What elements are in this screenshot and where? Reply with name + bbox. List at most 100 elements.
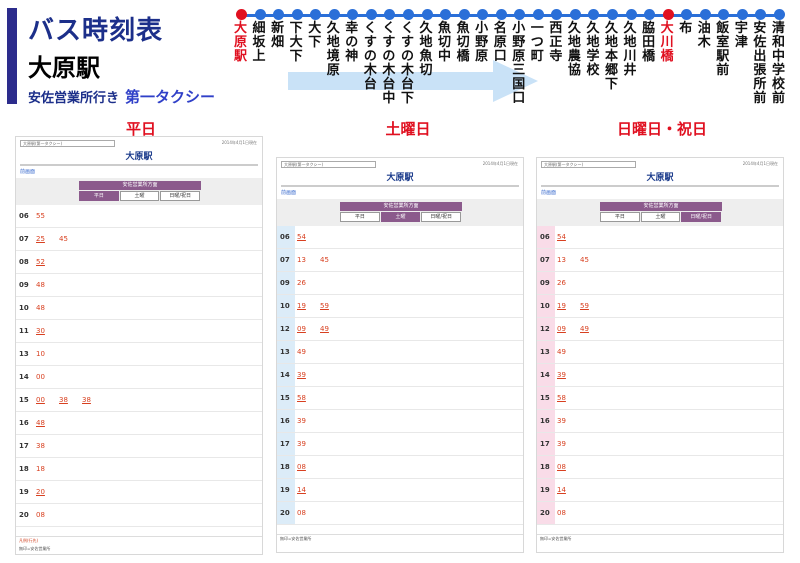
tab-weekday[interactable]: 平日 bbox=[600, 212, 640, 222]
departure-minute[interactable]: 08 bbox=[297, 462, 306, 473]
departure-minute[interactable]: 38 bbox=[59, 395, 68, 406]
departure-minute[interactable]: 19 bbox=[557, 301, 566, 312]
hour-label: 20 bbox=[540, 509, 550, 517]
hour-label: 15 bbox=[19, 396, 29, 404]
tab-saturday[interactable]: 土曜 bbox=[119, 191, 160, 201]
departure-minute[interactable]: 38 bbox=[82, 395, 91, 406]
stop-name: 小野原 bbox=[475, 21, 489, 64]
station-select[interactable]: 大原駅(第一タクシー) bbox=[541, 161, 636, 168]
stop-dot bbox=[681, 9, 693, 20]
stop-dot bbox=[588, 9, 600, 20]
tab-holiday[interactable]: 日曜/祝日 bbox=[681, 212, 722, 222]
departure-minute: 08 bbox=[36, 511, 45, 519]
departure-minute: 48 bbox=[36, 304, 45, 312]
stop-dot bbox=[495, 9, 507, 20]
table-row: 20 08 bbox=[537, 502, 783, 525]
divider bbox=[20, 164, 258, 166]
tab-saturday[interactable]: 土曜 bbox=[380, 212, 421, 222]
accent-bar bbox=[7, 8, 17, 104]
footnote: 無印=安佐営業所 bbox=[19, 546, 51, 551]
hour-label: 13 bbox=[280, 348, 290, 356]
stop-name: 清和中学校前 bbox=[771, 21, 785, 106]
table-row: 10 48 bbox=[16, 297, 262, 320]
route-line: 安佐営業所行き 第一タクシー bbox=[28, 86, 215, 107]
station-select[interactable]: 大原駅(第一タクシー) bbox=[281, 161, 376, 168]
tab-holiday[interactable]: 日曜/祝日 bbox=[421, 212, 462, 222]
stop-name: 大原駅 bbox=[234, 21, 248, 64]
back-link[interactable]: 前画面 bbox=[277, 188, 523, 199]
table-row: 16 39 bbox=[277, 410, 523, 433]
tab-weekday[interactable]: 平日 bbox=[340, 212, 380, 222]
table-row: 10 19 59 bbox=[277, 295, 523, 318]
hour-label: 20 bbox=[280, 509, 290, 517]
departure-minute: 49 bbox=[297, 348, 306, 356]
panel-header: 大原駅(第一タクシー) 2014年4月1日現在 bbox=[537, 158, 783, 172]
hour-label: 18 bbox=[280, 463, 290, 471]
departure-minute[interactable]: 58 bbox=[557, 393, 566, 404]
tab-holiday[interactable]: 日曜/祝日 bbox=[160, 191, 201, 201]
stop-dot bbox=[625, 9, 637, 20]
stop-dot bbox=[736, 9, 748, 20]
departure-minute[interactable]: 48 bbox=[36, 418, 45, 429]
departure-minute[interactable]: 59 bbox=[580, 301, 589, 312]
departure-minute[interactable]: 20 bbox=[36, 487, 45, 498]
stop-name: くすの木台 bbox=[363, 21, 377, 92]
tab-weekday[interactable]: 平日 bbox=[79, 191, 119, 201]
departure-minute: 55 bbox=[36, 212, 45, 220]
departure-minute[interactable]: 49 bbox=[320, 324, 329, 335]
departure-minute[interactable]: 25 bbox=[36, 234, 45, 245]
direction-title: 安佐営業所方面 bbox=[340, 202, 462, 211]
departure-minute[interactable]: 14 bbox=[557, 485, 566, 496]
table-row: 06 55 bbox=[16, 205, 262, 228]
stop-name: 細坂上 bbox=[252, 21, 266, 64]
departure-minute[interactable]: 54 bbox=[297, 232, 306, 243]
station-select[interactable]: 大原駅(第一タクシー) bbox=[20, 140, 115, 147]
station-name: 大原駅 bbox=[28, 54, 100, 82]
hour-label: 12 bbox=[540, 325, 550, 333]
stop-dot bbox=[310, 9, 322, 20]
stop-name: 大下 bbox=[308, 21, 322, 50]
departure-minute[interactable]: 09 bbox=[557, 324, 566, 335]
departure-minute[interactable]: 09 bbox=[297, 324, 306, 335]
hour-label: 18 bbox=[19, 465, 29, 473]
departure-minute[interactable]: 08 bbox=[557, 462, 566, 473]
table-row: 18 08 bbox=[537, 456, 783, 479]
departure-minute[interactable]: 30 bbox=[36, 326, 45, 337]
departure-minute[interactable]: 58 bbox=[297, 393, 306, 404]
tab-saturday[interactable]: 土曜 bbox=[640, 212, 681, 222]
departure-minute[interactable]: 14 bbox=[297, 485, 306, 496]
timetable-date: 2014年4月1日現在 bbox=[221, 140, 257, 145]
hour-label: 09 bbox=[19, 281, 29, 289]
back-link[interactable]: 前画面 bbox=[16, 167, 262, 178]
departure-minute[interactable]: 52 bbox=[36, 257, 45, 268]
day-tabs: 平日 土曜 日曜/祝日 bbox=[79, 191, 201, 201]
footnote: 無印=安佐営業所 bbox=[280, 536, 312, 541]
departure-minute[interactable]: 00 bbox=[36, 395, 45, 406]
stop-dot bbox=[607, 9, 618, 20]
hour-label: 06 bbox=[280, 233, 290, 241]
departure-minute: 45 bbox=[580, 256, 589, 264]
back-link[interactable]: 前画面 bbox=[537, 188, 783, 199]
stop-name: 安佐出張所前 bbox=[753, 21, 767, 106]
stop-name: 宇津 bbox=[734, 21, 748, 50]
timetable-body: 06 54 07 13 45 09 26 10 19 59 12 09 49 13 49 14 39 15 58 16… bbox=[537, 226, 783, 525]
departure-minute[interactable]: 39 bbox=[297, 370, 306, 381]
hour-label: 14 bbox=[19, 373, 29, 381]
table-row: 17 39 bbox=[277, 433, 523, 456]
hour-label: 11 bbox=[19, 327, 29, 335]
table-row: 09 26 bbox=[277, 272, 523, 295]
stop-name: 久地本郷下 bbox=[605, 21, 619, 92]
table-row: 13 49 bbox=[277, 341, 523, 364]
departure-minute[interactable]: 54 bbox=[557, 232, 566, 243]
panel-header: 大原駅(第一タクシー) 2014年4月1日現在 bbox=[277, 158, 523, 172]
departure-minute[interactable]: 59 bbox=[320, 301, 329, 312]
stop-dot bbox=[699, 9, 711, 20]
table-row: 09 48 bbox=[16, 274, 262, 297]
departure-minute[interactable]: 19 bbox=[297, 301, 306, 312]
day-tabs: 平日 土曜 日曜/祝日 bbox=[600, 212, 722, 222]
departure-minute[interactable]: 49 bbox=[580, 324, 589, 335]
departure-minute[interactable]: 39 bbox=[557, 370, 566, 381]
hour-label: 12 bbox=[280, 325, 290, 333]
table-row: 16 39 bbox=[537, 410, 783, 433]
stop-name: 脇田橋 bbox=[642, 21, 656, 64]
